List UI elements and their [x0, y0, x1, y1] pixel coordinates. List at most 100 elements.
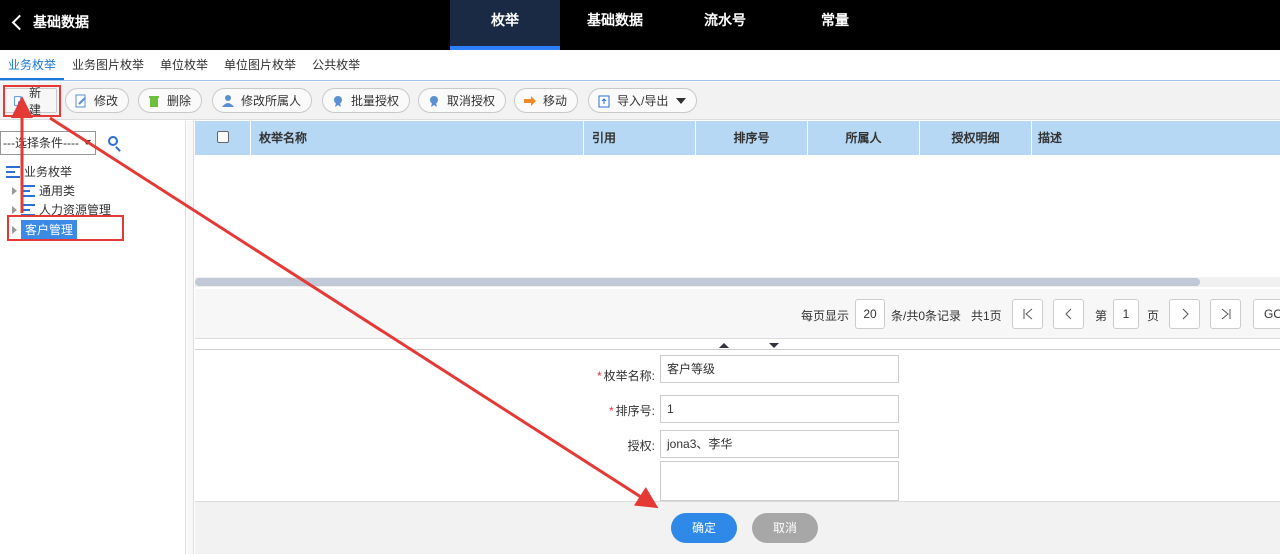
enum-grid: 枚举名称 引用 排序号 所属人 授权明细 描述 — [195, 121, 1280, 289]
import-export-label: 导入/导出 — [617, 94, 669, 108]
auth-input[interactable]: jona3、李华 — [660, 430, 899, 458]
confirm-button[interactable]: 确定 — [671, 513, 737, 543]
required-mark: * — [596, 369, 602, 383]
expand-arrow-icon[interactable] — [12, 186, 17, 195]
user-icon — [222, 94, 234, 107]
edit-button[interactable]: 修改 — [65, 88, 130, 113]
col-header-name[interactable]: 枚举名称 — [251, 121, 584, 155]
required-mark: * — [608, 404, 614, 418]
next-page-button[interactable] — [1169, 299, 1200, 329]
order-label: * 排序号: — [455, 402, 655, 419]
expand-down-icon[interactable] — [769, 343, 779, 348]
enum-folder-icon — [21, 203, 35, 216]
vertical-splitter[interactable] — [187, 121, 194, 554]
subnav-unit-image-enum[interactable]: 单位图片枚举 — [216, 50, 304, 80]
tree-root-label: 业务枚举 — [24, 165, 73, 179]
back-button[interactable]: 基础数据 — [10, 12, 89, 32]
enum-name-input[interactable]: 客户等级 — [660, 355, 899, 383]
filter-select[interactable]: ---选择条件---- — [0, 131, 96, 155]
filter-select-value: ---选择条件---- — [3, 136, 79, 150]
import-icon — [598, 95, 610, 107]
delete-button[interactable]: 删除 — [138, 88, 203, 113]
sub-nav: 业务枚举 业务图片枚举 单位枚举 单位图片枚举 公共枚举 — [0, 50, 1280, 81]
top-tabs: 枚举 基础数据 流水号 常量 — [450, 0, 890, 50]
chevron-down-icon — [676, 97, 687, 104]
tab-constant[interactable]: 常量 — [780, 0, 890, 50]
move-label: 移动 — [543, 94, 568, 108]
tab-serial-number[interactable]: 流水号 — [670, 0, 780, 50]
col-header-owner[interactable]: 所属人 — [808, 121, 920, 155]
pager: 每页显示 20 条/共0条记录 共1页 第 1 页 GO — [195, 289, 1280, 339]
order-label-text: 排序号: — [615, 404, 655, 418]
batch-auth-button[interactable]: 批量授权 — [322, 88, 411, 113]
badge-icon — [430, 95, 438, 107]
page-number-input[interactable]: 1 — [1113, 299, 1139, 329]
go-button[interactable]: GO — [1253, 299, 1280, 329]
tab-enum[interactable]: 枚举 — [450, 0, 560, 50]
name-label-text: 枚举名称: — [603, 369, 655, 383]
arrow-right-icon — [524, 95, 536, 106]
chevron-down-icon — [83, 140, 91, 145]
delete-label: 删除 — [167, 94, 192, 108]
chevron-left-icon — [11, 14, 28, 30]
total-pages: 共1页 — [971, 309, 1002, 323]
cancel-auth-button[interactable]: 取消授权 — [418, 88, 507, 113]
edit-label: 修改 — [94, 94, 119, 108]
record-summary: 条/共0条记录 — [891, 309, 962, 323]
move-button[interactable]: 移动 — [514, 88, 579, 113]
top-bar: 基础数据 枚举 基础数据 流水号 常量 — [0, 0, 1280, 50]
batch-auth-label: 批量授权 — [351, 94, 400, 108]
back-label: 基础数据 — [33, 14, 89, 30]
select-all-cell — [195, 121, 251, 155]
first-page-icon — [1023, 308, 1032, 320]
change-owner-label: 修改所属人 — [241, 94, 302, 108]
enum-folder-icon — [6, 165, 20, 178]
subnav-business-image-enum[interactable]: 业务图片枚举 — [64, 50, 152, 80]
form-footer: 确定 取消 — [195, 501, 1280, 554]
collapse-up-icon[interactable] — [719, 343, 729, 348]
auth-label: 授权: — [627, 439, 655, 453]
name-label: * 枚举名称: — [455, 367, 655, 384]
col-header-auth-detail[interactable]: 授权明细 — [920, 121, 1032, 155]
first-page-button[interactable] — [1012, 299, 1043, 329]
search-icon[interactable] — [108, 136, 118, 146]
tree-item-label: 通用类 — [39, 184, 76, 198]
enum-folder-icon — [21, 184, 35, 197]
last-page-icon — [1221, 308, 1230, 320]
order-input[interactable]: 1 — [660, 395, 899, 423]
panel-resizer[interactable] — [195, 340, 1280, 350]
grid-header: 枚举名称 引用 排序号 所属人 授权明细 描述 — [195, 121, 1280, 155]
select-all-checkbox[interactable] — [217, 131, 229, 143]
edit-icon — [75, 94, 86, 107]
prev-page-button[interactable] — [1053, 299, 1084, 329]
last-page-button[interactable] — [1210, 299, 1241, 329]
tab-basic-data[interactable]: 基础数据 — [560, 0, 670, 50]
col-header-desc[interactable]: 描述 — [1032, 121, 1280, 155]
tree-item-general[interactable]: 通用类 — [12, 182, 75, 199]
horizontal-scrollbar[interactable] — [195, 278, 1200, 286]
enum-form: * 枚举名称: 客户等级 * 排序号: 1 授权: jona3、李华 — [195, 351, 1280, 501]
import-export-button[interactable]: 导入/导出 — [588, 88, 698, 113]
annotation-box-new — [3, 85, 61, 117]
toolbar: 新建 修改 删除 修改所属人 批量授权 取消授权 移动 导入/导出 — [0, 82, 1280, 120]
per-page-label: 每页显示 — [801, 309, 850, 323]
change-owner-button[interactable]: 修改所属人 — [212, 88, 313, 113]
subnav-business-enum[interactable]: 业务枚举 — [0, 50, 65, 80]
trash-icon — [149, 95, 159, 107]
annotation-box-customer — [7, 215, 124, 241]
description-textarea[interactable] — [660, 461, 899, 501]
subnav-unit-enum[interactable]: 单位枚举 — [152, 50, 216, 80]
per-page-input[interactable]: 20 — [855, 299, 885, 329]
next-page-icon — [1182, 308, 1189, 320]
expand-arrow-icon[interactable] — [12, 205, 17, 214]
left-tree-panel: ---选择条件---- 业务枚举 通用类 人力资源管理 客户管理 — [0, 121, 186, 554]
tree-root[interactable]: 业务枚举 — [6, 163, 72, 180]
col-header-order[interactable]: 排序号 — [696, 121, 808, 155]
page-prefix: 第 — [1095, 309, 1108, 323]
subnav-public-enum[interactable]: 公共枚举 — [304, 50, 368, 80]
page-suffix: 页 — [1147, 309, 1160, 323]
col-header-ref[interactable]: 引用 — [584, 121, 696, 155]
cancel-auth-label: 取消授权 — [447, 94, 496, 108]
prev-page-icon — [1064, 308, 1071, 320]
cancel-button[interactable]: 取消 — [752, 513, 818, 543]
